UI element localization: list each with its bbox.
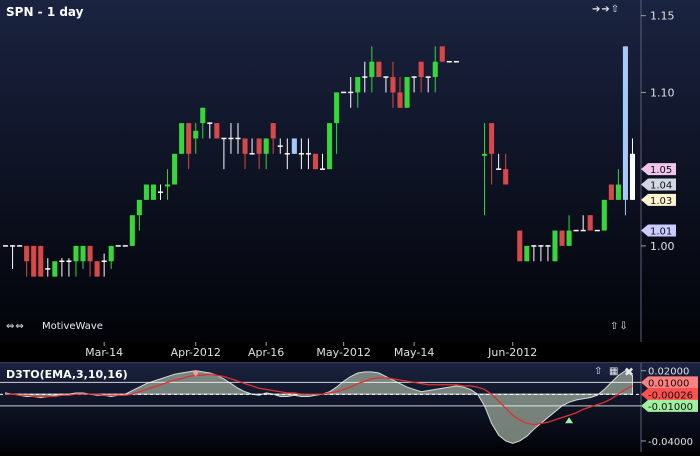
date-tick-label: Apr-16	[248, 346, 284, 359]
date-tick-label: May-14	[394, 346, 435, 359]
chart-window: 1.151.101.051.001.051.041.031.01 Mar-14A…	[0, 0, 700, 452]
candle-body	[566, 230, 572, 246]
candle-body	[517, 230, 523, 262]
candle-body	[256, 138, 262, 154]
candle-body	[629, 153, 636, 200]
candle-body	[608, 184, 614, 200]
candle-body	[615, 184, 621, 200]
candle-body	[136, 199, 142, 216]
candle-body	[439, 46, 445, 62]
candle-body	[108, 245, 114, 262]
close-icon[interactable]: ✖	[624, 365, 635, 379]
candle-body	[150, 184, 156, 200]
candle-body	[524, 245, 530, 262]
candle-body	[390, 77, 396, 93]
candle-body	[242, 138, 248, 154]
candle-body	[376, 61, 382, 78]
brand-label: MotiveWave	[42, 321, 103, 332]
date-tick-label: Apr-2012	[171, 346, 221, 359]
candle-body	[587, 215, 593, 231]
candle-body	[143, 184, 149, 200]
candle-body	[80, 245, 86, 262]
candle-body	[327, 123, 333, 170]
price-panel-background	[0, 0, 700, 342]
price-tag-label: 1.05	[650, 165, 672, 176]
candle-body	[200, 107, 206, 124]
candle-body	[94, 261, 100, 277]
candle-body	[369, 61, 375, 78]
candle-body	[432, 61, 438, 78]
candle-body	[312, 153, 319, 170]
price-tag-label: 1.03	[650, 196, 672, 207]
indicator-tag-label: 0.01000	[648, 378, 689, 389]
candle-body	[186, 123, 192, 154]
price-tick-label: 1.15	[650, 10, 675, 23]
arrow-up-icon[interactable]: ⇧	[594, 366, 603, 377]
candle-body	[179, 123, 185, 154]
candle-body	[263, 138, 269, 154]
candle-body	[482, 153, 488, 156]
candle-body	[172, 153, 178, 185]
candle-body	[622, 46, 628, 200]
candle-body	[601, 199, 607, 231]
candle-body	[38, 245, 44, 277]
price-tag-label: 1.04	[650, 181, 672, 192]
candle-body	[270, 123, 276, 139]
price-tick-label: 1.00	[650, 240, 675, 253]
maximize-icon[interactable]: ▦	[609, 366, 619, 377]
indicator-tick-label: 0.02000	[648, 367, 689, 378]
double-arrow-left-right-icon[interactable]: ⇔⇔	[6, 321, 25, 332]
indicator-tick-label: -0.04000	[648, 437, 693, 448]
candle-body	[397, 92, 403, 108]
candle-body	[552, 230, 558, 262]
date-tick-label: May-2012	[316, 346, 371, 359]
candle-body	[165, 184, 171, 187]
price-tag-label: 1.01	[650, 227, 672, 238]
candle-body	[418, 61, 424, 78]
candle-body	[52, 261, 58, 277]
candle-body	[503, 169, 509, 185]
candle-body	[291, 138, 297, 154]
indicator-tag-label: -0.01000	[648, 402, 693, 413]
candle-body	[31, 245, 37, 277]
candle-body	[87, 245, 93, 262]
candle-body	[24, 245, 30, 262]
nav-arrows-icon[interactable]: ➔➔⇧	[592, 4, 620, 15]
chart-canvas[interactable]: 1.151.101.051.001.051.041.031.01 Mar-14A…	[0, 0, 700, 452]
candle-body	[73, 245, 79, 262]
date-tick-label: Jun-2012	[487, 346, 537, 359]
indicator-tag-label: -0.00026	[648, 390, 693, 401]
indicator-title: D3TO(EMA,3,10,16)	[6, 368, 128, 381]
candle-body	[129, 215, 135, 246]
candle-body	[355, 77, 361, 93]
price-tick-label: 1.10	[650, 86, 675, 99]
candle-body	[214, 123, 220, 139]
chart-title: SPN - 1 day	[6, 5, 84, 19]
candle-body	[489, 123, 495, 154]
date-tick-label: Mar-14	[85, 346, 123, 359]
candle-body	[404, 77, 410, 108]
candle-body	[193, 130, 199, 139]
candle-body	[559, 230, 565, 246]
candle-body	[334, 92, 340, 124]
arrow-up-down-icon[interactable]: ⇧⇩	[610, 321, 629, 332]
